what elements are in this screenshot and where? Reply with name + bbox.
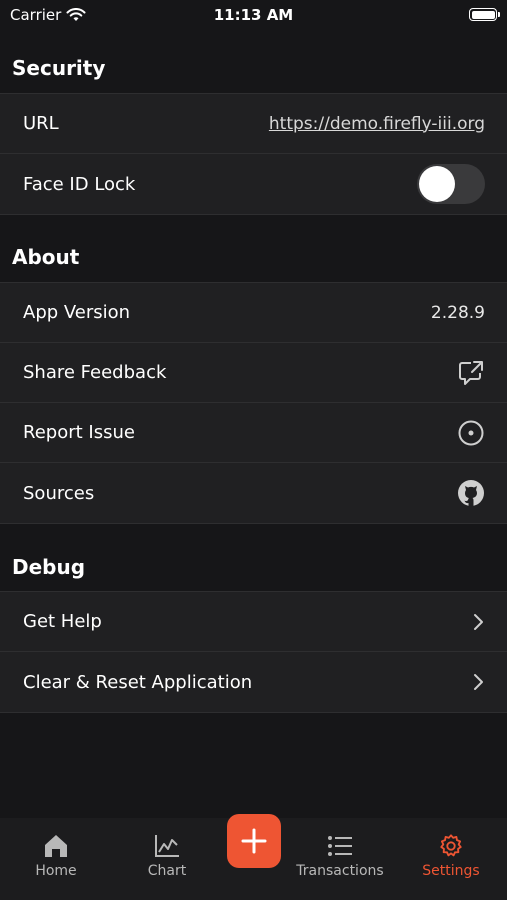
security-group: URL https://demo.firefly-iii.org Face ID… bbox=[0, 93, 507, 215]
get-help-row[interactable]: Get Help bbox=[0, 592, 507, 652]
about-group: App Version 2.28.9 Share Feedback Report… bbox=[0, 282, 507, 524]
app-version-value: 2.28.9 bbox=[430, 302, 485, 323]
chart-icon bbox=[155, 835, 179, 857]
tab-transactions[interactable]: Transactions bbox=[285, 833, 395, 879]
tab-transactions-label: Transactions bbox=[296, 863, 384, 879]
share-feedback-row[interactable]: Share Feedback bbox=[0, 343, 507, 403]
face-id-toggle[interactable] bbox=[417, 164, 485, 204]
tab-home[interactable]: Home bbox=[1, 833, 111, 879]
tab-home-label: Home bbox=[35, 863, 77, 879]
face-id-row: Face ID Lock bbox=[0, 154, 507, 214]
gear-icon bbox=[440, 834, 462, 857]
tab-settings-label: Settings bbox=[422, 863, 480, 879]
tab-chart[interactable]: Chart bbox=[112, 833, 222, 879]
clock: 11:13 AM bbox=[213, 6, 294, 24]
debug-group: Get Help Clear & Reset Application bbox=[0, 591, 507, 713]
list-icon bbox=[328, 836, 352, 856]
chevron-right-icon bbox=[471, 672, 485, 692]
url-value[interactable]: https://demo.firefly-iii.org bbox=[269, 114, 485, 134]
sources-label: Sources bbox=[23, 482, 95, 504]
report-issue-label: Report Issue bbox=[23, 422, 135, 443]
face-id-label: Face ID Lock bbox=[23, 173, 136, 195]
battery-icon bbox=[469, 8, 500, 21]
report-issue-row[interactable]: Report Issue bbox=[0, 403, 507, 463]
app-version-row: App Version 2.28.9 bbox=[0, 283, 507, 343]
share-feedback-label: Share Feedback bbox=[23, 362, 167, 383]
sources-row[interactable]: Sources bbox=[0, 463, 507, 523]
section-title-about: About bbox=[12, 245, 80, 269]
get-help-label: Get Help bbox=[23, 611, 102, 632]
issue-circle-icon bbox=[457, 419, 485, 447]
share-feedback-icon bbox=[457, 359, 485, 387]
chevron-right-icon bbox=[471, 612, 485, 632]
url-label: URL bbox=[23, 113, 59, 134]
url-row[interactable]: URL https://demo.firefly-iii.org bbox=[0, 94, 507, 154]
clear-reset-row[interactable]: Clear & Reset Application bbox=[0, 652, 507, 712]
plus-icon bbox=[241, 828, 267, 854]
section-title-debug: Debug bbox=[12, 555, 86, 579]
github-icon bbox=[457, 479, 485, 507]
clear-reset-label: Clear & Reset Application bbox=[23, 671, 253, 693]
section-title-security: Security bbox=[12, 56, 106, 80]
tab-chart-label: Chart bbox=[147, 863, 187, 879]
app-version-label: App Version bbox=[23, 302, 131, 323]
tab-settings[interactable]: Settings bbox=[396, 833, 506, 879]
status-bar: Carrier 11:13 AM bbox=[0, 0, 507, 32]
home-icon bbox=[45, 835, 67, 857]
add-transaction-button[interactable] bbox=[227, 814, 281, 868]
